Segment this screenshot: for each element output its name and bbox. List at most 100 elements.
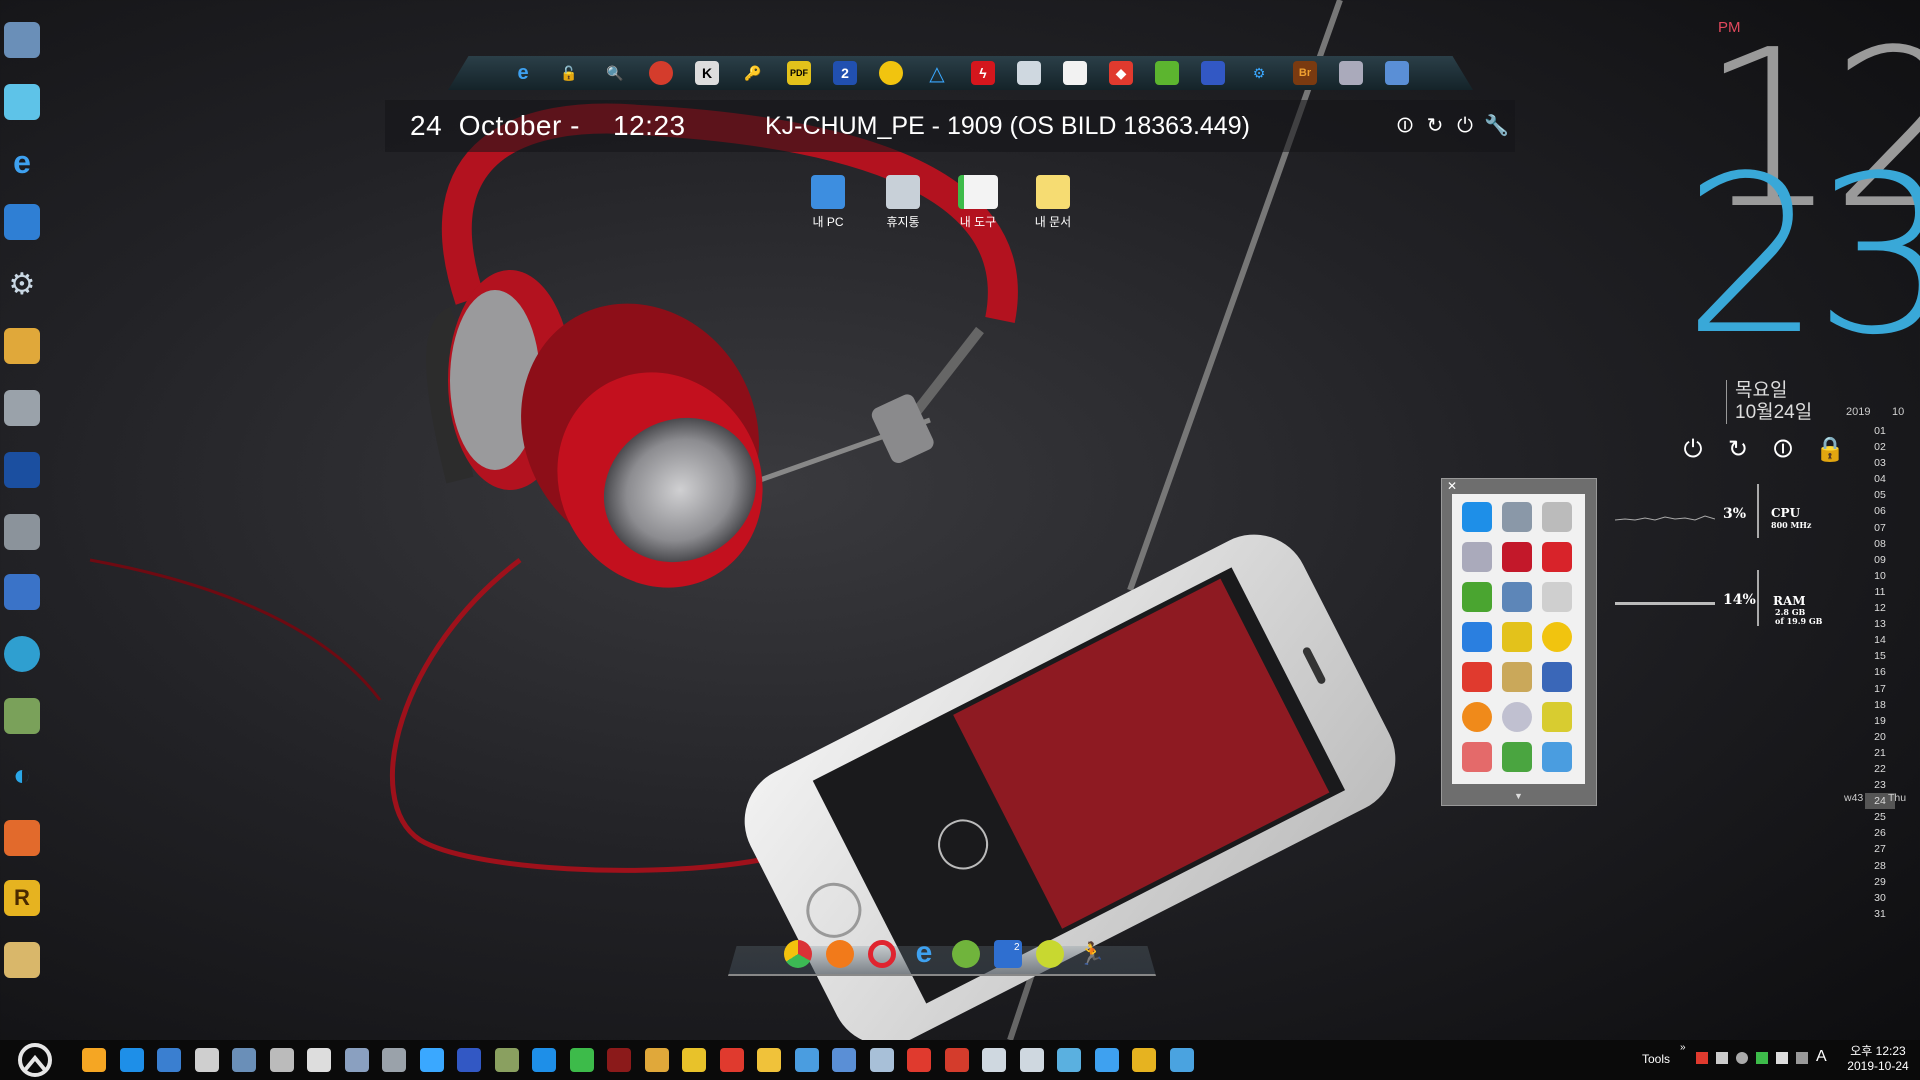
network-icon[interactable] — [1169, 1048, 1194, 1072]
chevron-down-icon[interactable]: ▼ — [1514, 791, 1523, 801]
clock-drive-icon[interactable] — [1017, 61, 1041, 85]
restart-icon[interactable]: ↻ — [1725, 437, 1751, 463]
disc-icon[interactable] — [879, 61, 903, 85]
download-icon[interactable] — [4, 698, 40, 734]
calendar-day[interactable]: 19 — [1865, 713, 1895, 729]
backup-icon[interactable] — [1462, 582, 1492, 612]
calendar-day[interactable]: 02 — [1865, 439, 1895, 455]
anydesk-icon[interactable]: ◆ — [1109, 61, 1133, 85]
chrome-icon[interactable] — [649, 61, 673, 85]
calendar-day[interactable]: 07 — [1865, 520, 1895, 536]
task-icon[interactable] — [1057, 1048, 1081, 1072]
shutdown-icon[interactable]: ⏼ — [1770, 437, 1796, 463]
shortcut-my-documents[interactable]: 내 문서 — [1018, 175, 1088, 230]
computer-icon[interactable] — [4, 22, 40, 58]
tray-green-icon[interactable] — [1756, 1052, 1768, 1064]
calendar-day[interactable]: 18 — [1865, 697, 1895, 713]
tray-app-icon[interactable] — [1696, 1052, 1708, 1064]
internet-explorer-icon[interactable] — [1094, 1048, 1119, 1072]
usb-icon[interactable] — [1339, 61, 1363, 85]
calendar-day[interactable]: 03 — [1865, 455, 1895, 471]
calendar-day[interactable]: 22 — [1865, 761, 1895, 777]
document-icon[interactable] — [1019, 1048, 1044, 1072]
calendar-day[interactable]: 10 — [1865, 568, 1895, 584]
calendar-day[interactable]: 15 — [1865, 648, 1895, 664]
calendar-day[interactable]: 12 — [1865, 600, 1895, 616]
green-app-icon[interactable] — [1036, 940, 1064, 968]
tools-icon[interactable] — [719, 1048, 744, 1072]
tray-overflow-icon[interactable]: » — [1680, 1042, 1686, 1053]
cube-network-icon[interactable] — [4, 204, 40, 240]
calendar-day[interactable]: 21 — [1865, 745, 1895, 761]
calendar-day[interactable]: 11 — [1865, 584, 1895, 600]
internet-explorer-icon[interactable]: e — [511, 61, 535, 85]
droplet-icon[interactable] — [1542, 742, 1572, 772]
tray-battery-icon[interactable] — [1776, 1052, 1788, 1064]
shortcut-my-pc[interactable]: 내 PC — [793, 175, 863, 230]
shield-icon[interactable] — [269, 1048, 294, 1072]
power-app-icon[interactable] — [82, 1048, 106, 1072]
usb-drive-icon[interactable] — [4, 514, 40, 550]
archive-icon[interactable] — [869, 1048, 894, 1072]
anydesk-icon[interactable] — [907, 1048, 931, 1072]
tray-tools-label[interactable]: Tools — [1642, 1052, 1670, 1066]
pie-app-icon[interactable] — [1502, 742, 1532, 772]
mail-icon[interactable] — [982, 1048, 1006, 1072]
settings-network-icon[interactable] — [1385, 61, 1409, 85]
calendar-day[interactable]: 04 — [1865, 471, 1895, 487]
paint-icon[interactable] — [4, 328, 40, 364]
run-icon[interactable]: 🏃 — [1078, 940, 1106, 968]
paint-icon[interactable] — [644, 1048, 669, 1072]
firefox-icon[interactable] — [826, 940, 854, 968]
tray-volume-icon[interactable] — [1736, 1052, 1748, 1064]
floppy-icon[interactable] — [457, 1048, 481, 1072]
number-two-icon[interactable]: 2 — [833, 61, 857, 85]
download-icon[interactable] — [494, 1048, 519, 1072]
calendar-day[interactable]: 09 — [1865, 552, 1895, 568]
start-button[interactable] — [14, 1042, 56, 1078]
utorrent-icon[interactable] — [952, 940, 980, 968]
usb-icon[interactable] — [1462, 542, 1492, 572]
disc-icon[interactable] — [1542, 622, 1572, 652]
drive-icon[interactable] — [4, 390, 40, 426]
cd-burn-icon[interactable] — [1502, 702, 1532, 732]
calendar-day[interactable]: 30 — [1865, 890, 1895, 906]
network-monitor-icon[interactable] — [4, 84, 40, 120]
windows-flag-icon[interactable] — [532, 1048, 556, 1072]
calendar-day[interactable]: 26 — [1865, 825, 1895, 841]
calendar-day[interactable]: 20 — [1865, 729, 1895, 745]
windows-flag-icon[interactable] — [4, 820, 40, 856]
internet-explorer-icon[interactable]: e — [4, 144, 40, 180]
r-app-icon[interactable] — [607, 1048, 631, 1072]
calendar-day[interactable]: 14 — [1865, 632, 1895, 648]
calendar-day[interactable]: 17 — [1865, 681, 1895, 697]
display-settings-icon[interactable] — [4, 452, 40, 488]
gear-cloud-icon[interactable]: ⚙ — [1247, 61, 1271, 85]
calendar-day[interactable]: 08 — [1865, 536, 1895, 552]
k-app-icon[interactable]: K — [695, 61, 719, 85]
swirl-app-icon[interactable]: ◐ — [4, 758, 40, 794]
calendar-day[interactable]: 16 — [1865, 664, 1895, 680]
green-drive-icon[interactable] — [1155, 61, 1179, 85]
shortcut-my-tools[interactable]: 내 도구 — [943, 175, 1013, 230]
mail-icon[interactable] — [1063, 61, 1087, 85]
internet-explorer-icon[interactable]: e — [910, 938, 938, 968]
chrome-icon[interactable] — [944, 1048, 969, 1072]
cube-network-icon[interactable] — [157, 1048, 181, 1072]
search-icon[interactable] — [1462, 702, 1492, 732]
tray-network-icon[interactable] — [1716, 1052, 1728, 1064]
pdf-icon[interactable] — [1502, 622, 1532, 652]
key-icon[interactable]: 🔑 — [741, 61, 765, 85]
monitor-icon[interactable] — [4, 574, 40, 610]
triangle-app-icon[interactable] — [1462, 622, 1492, 652]
opera-icon[interactable] — [868, 940, 896, 968]
tray-monitor-icon[interactable] — [1796, 1052, 1808, 1064]
pdf-icon[interactable]: PDF — [787, 61, 811, 85]
calendar-day[interactable]: 05 — [1865, 487, 1895, 503]
monitor-icon[interactable] — [232, 1048, 256, 1072]
lock-icon[interactable]: 🔒 — [1815, 437, 1845, 463]
globe-icon[interactable] — [569, 1048, 594, 1072]
bridge-icon[interactable]: Br — [1293, 61, 1317, 85]
terminal-icon[interactable] — [194, 1048, 219, 1072]
windows-icon[interactable] — [419, 1048, 444, 1072]
